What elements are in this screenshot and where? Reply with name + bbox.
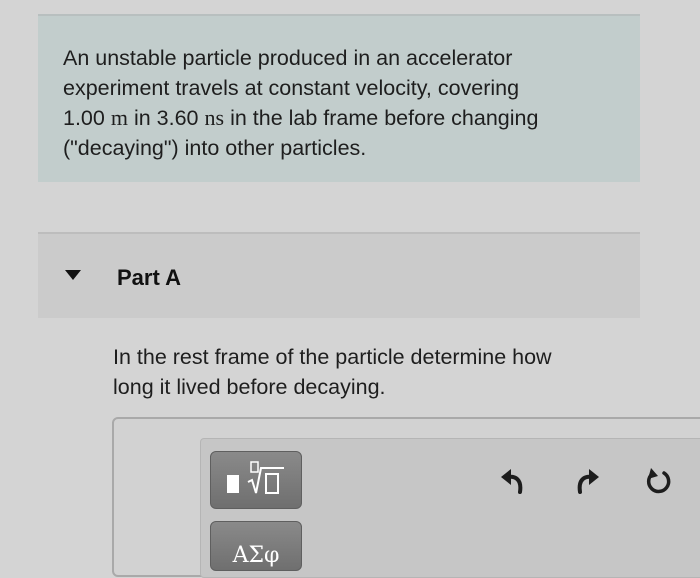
redo-icon[interactable] (571, 466, 601, 496)
problem-line-2: experiment travels at constant velocity,… (63, 76, 520, 100)
distance-unit: m (110, 105, 128, 130)
problem-statement: An unstable particle produced in an acce… (63, 43, 623, 163)
problem-statement-box: An unstable particle produced in an acce… (38, 14, 640, 182)
templates-icon (227, 461, 284, 494)
undo-icon[interactable] (499, 466, 529, 496)
part-title: Part A (117, 265, 181, 290)
question-line-1: In the rest frame of the particle determ… (113, 345, 552, 369)
symbols-button[interactable]: ΑΣφ (210, 521, 302, 571)
problem-line-3-tail: in the lab frame before changing (230, 106, 539, 130)
problem-line-3: 1.00 m in 3.60 ns in the lab frame befor… (63, 103, 623, 133)
symbols-label: ΑΣφ (232, 542, 280, 568)
collapse-caret-icon[interactable] (65, 270, 81, 280)
question-text: In the rest frame of the particle determ… (113, 342, 653, 402)
distance-value: 1.00 (63, 106, 105, 130)
part-a-header[interactable]: Part A (38, 232, 640, 318)
problem-line-4: ("decaying") into other particles. (63, 136, 367, 160)
time-unit: ns (204, 105, 225, 130)
reset-icon[interactable] (643, 466, 673, 496)
templates-button[interactable] (210, 451, 302, 509)
problem-line-1: An unstable particle produced in an acce… (63, 46, 513, 70)
time-value: 3.60 (156, 106, 199, 130)
in-word: in (133, 106, 151, 130)
question-line-2: long it lived before decaying. (113, 375, 386, 399)
